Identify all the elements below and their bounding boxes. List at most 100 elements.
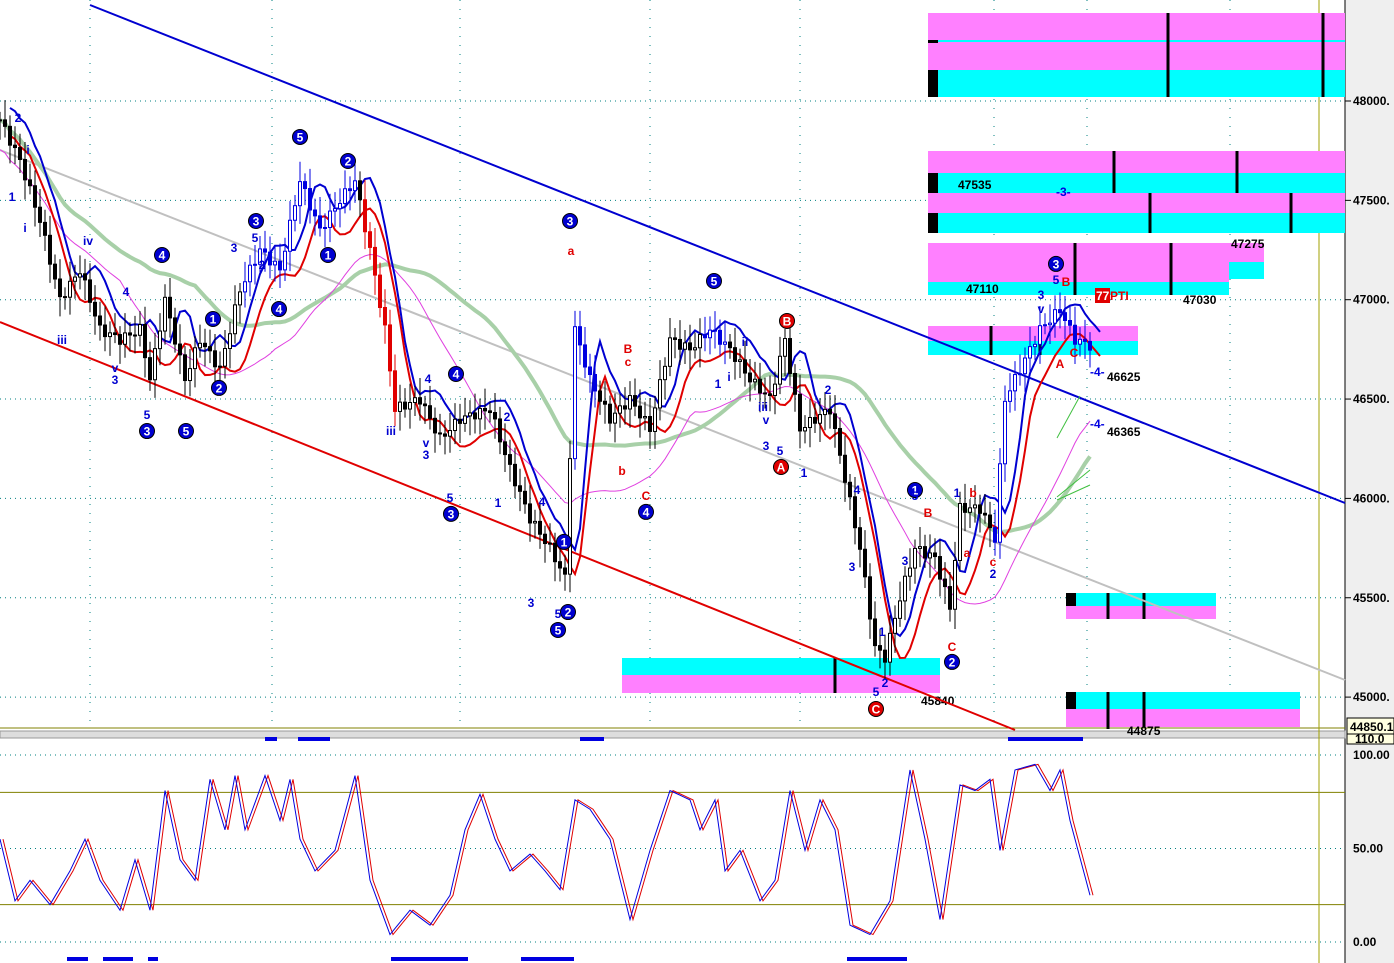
price-bar — [438, 413, 442, 446]
wave-label: 5 — [144, 408, 151, 422]
price-bar — [138, 311, 142, 347]
target-zone — [622, 658, 940, 675]
target-zone — [928, 193, 1345, 213]
price-bar-body — [203, 342, 207, 348]
price-bar-body — [123, 332, 127, 345]
price-bar-body — [608, 403, 612, 424]
price-bar-body — [713, 329, 717, 332]
price-bar-body — [1028, 346, 1032, 359]
price-bar-body — [663, 365, 667, 381]
price-bar-body — [743, 359, 747, 374]
price-bar — [848, 474, 852, 511]
price-bar-body — [843, 454, 847, 483]
price-bar-body — [358, 180, 362, 201]
wave-label-circled: 3 — [1048, 255, 1064, 272]
wave-label-circled: 2 — [560, 604, 576, 621]
price-bar-body — [353, 180, 357, 192]
price-bar — [273, 245, 277, 282]
wave-label: B — [924, 506, 933, 520]
price-bar-body — [763, 392, 767, 395]
wave-label: 3 — [849, 560, 856, 574]
price-bar-body — [138, 324, 142, 336]
price-bar — [103, 306, 107, 352]
price-bar-body — [778, 355, 782, 385]
price-bar-body — [423, 403, 427, 407]
wave-label-text: 4 — [643, 505, 650, 519]
price-bar-body — [553, 542, 557, 563]
wave-label: C — [948, 640, 957, 654]
price-bar-body — [708, 329, 712, 339]
price-bar-body — [78, 273, 82, 278]
target-zone — [928, 151, 1345, 173]
price-bar-body — [828, 408, 832, 415]
price-bar-body — [53, 263, 57, 280]
price-bar-body — [13, 144, 17, 149]
price-bar-body — [418, 397, 422, 405]
price-bar — [233, 285, 237, 344]
wave-label: a — [964, 546, 971, 560]
price-bar-body — [668, 337, 672, 367]
price-bar-body — [733, 347, 737, 362]
price-bar-body — [143, 324, 147, 359]
wave-label: c — [990, 555, 997, 569]
price-bar — [223, 329, 227, 379]
price-bar — [948, 572, 952, 622]
price-bar — [458, 403, 462, 443]
price-bar — [778, 336, 782, 395]
price-bar-body — [943, 578, 947, 588]
price-bar-body — [1043, 324, 1047, 327]
price-bar — [483, 388, 487, 430]
price-bar — [803, 415, 807, 444]
price-bar — [693, 332, 697, 359]
price-tick-label: 46000. — [1353, 491, 1390, 505]
price-bar-body — [118, 334, 122, 345]
price-bar — [0, 111, 2, 140]
price-bar — [153, 332, 157, 398]
price-bar — [183, 346, 187, 396]
price-bar-body — [488, 410, 492, 414]
trading-chart[interactable]: 48000. 47500. 47000. 46500. 46000. 45500. 4500… — [0, 0, 1394, 963]
price-bar-body — [178, 343, 182, 356]
price-bar-body — [583, 344, 587, 368]
chart-canvas[interactable]: 48000. 47500. 47000. 46500. 46000. 45500. 4500… — [0, 0, 1394, 963]
price-bar — [83, 258, 87, 300]
wave-label-text: 1 — [210, 312, 217, 326]
price-bar-body — [893, 617, 897, 634]
price-bar-body — [738, 359, 742, 362]
price-bar — [158, 313, 162, 366]
price-bar-body — [253, 263, 257, 266]
price-bar-body — [958, 502, 962, 561]
price-bar-body — [988, 514, 992, 529]
price-bar — [398, 384, 402, 431]
price-bar-body — [63, 296, 67, 299]
price-bar-body — [373, 246, 377, 276]
price-bar — [768, 375, 772, 412]
price-bar — [628, 381, 632, 428]
price-bar — [773, 371, 777, 415]
wave-label-text: C — [872, 703, 881, 717]
price-bar-body — [1053, 309, 1057, 324]
price-bar-body — [1008, 390, 1012, 402]
wave-label: 5 — [912, 489, 919, 503]
wave-label-text: 4 — [159, 248, 166, 262]
price-bar — [428, 385, 432, 430]
wave-label: 3 — [528, 596, 535, 610]
target-zone — [1066, 692, 1300, 709]
price-bar-body — [938, 556, 942, 580]
price-bar — [28, 163, 32, 195]
wave-label-circled: C — [868, 701, 884, 718]
price-bar — [723, 322, 727, 365]
price-bar — [663, 357, 667, 400]
wave-label-circled: 5 — [706, 273, 722, 290]
price-bar-body — [298, 181, 302, 207]
wave-label-text: 1 — [325, 248, 332, 262]
price-bar-body — [728, 341, 732, 349]
price-bar-body — [723, 341, 727, 345]
price-bar — [703, 316, 707, 352]
target-zone — [928, 70, 1345, 97]
price-bar — [43, 209, 47, 251]
wave-label: 5 — [555, 607, 562, 621]
zone-price-label: 47030 — [1183, 293, 1217, 307]
price-bar-body — [288, 219, 292, 252]
wave-label: C — [642, 489, 651, 503]
